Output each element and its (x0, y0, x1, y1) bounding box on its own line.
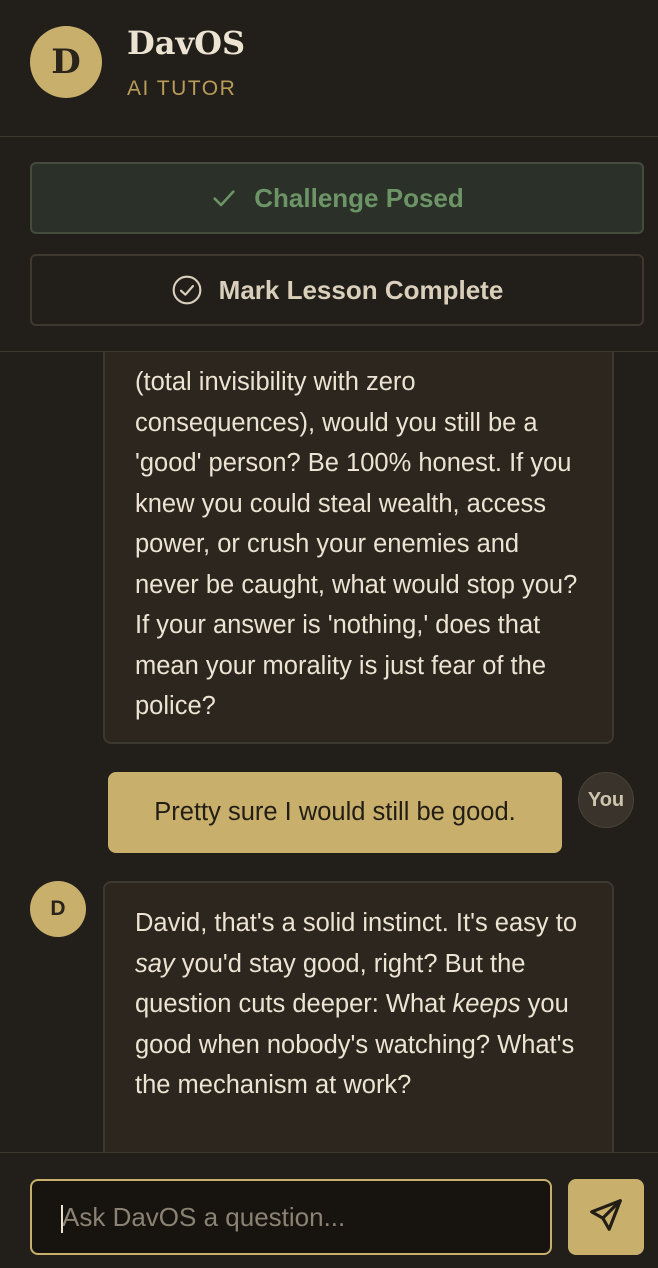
tutor-avatar: D (30, 26, 102, 98)
tutor-message-avatar: D (30, 881, 86, 937)
challenge-posed-label: Challenge Posed (254, 182, 464, 213)
question-input-placeholder: Ask DavOS a question... (62, 1201, 346, 1232)
user-message-text: Pretty sure I would still be good. (154, 798, 516, 826)
app-subtitle: AI TUTOR (127, 77, 237, 100)
mark-lesson-complete-button[interactable]: Mark Lesson Complete (30, 254, 644, 326)
user-message: Pretty sure I would still be good. (108, 772, 562, 853)
app-header: D DavOS AI TUTOR (0, 0, 658, 137)
app-title: DavOS (127, 24, 246, 62)
mark-lesson-complete-label: Mark Lesson Complete (218, 274, 504, 305)
ai-message-text: (total invisibility with zero consequenc… (135, 368, 578, 720)
check-circle-icon (171, 274, 203, 306)
send-button[interactable] (568, 1179, 644, 1255)
ai-message: David, that's a solid instinct. It's eas… (103, 881, 614, 1152)
challenge-posed-button[interactable]: Challenge Posed (30, 162, 644, 234)
user-avatar: You (578, 772, 634, 828)
send-icon (587, 1196, 625, 1239)
chat-thread[interactable]: (total invisibility with zero consequenc… (0, 352, 658, 1152)
question-input[interactable]: Ask DavOS a question... (30, 1179, 552, 1255)
ai-message: (total invisibility with zero consequenc… (103, 352, 614, 744)
ai-message-text: David, that's a solid instinct. It's eas… (135, 909, 578, 1099)
text-caret (61, 1205, 63, 1233)
lesson-actions: Challenge Posed Mark Lesson Complete (0, 137, 658, 352)
check-icon (210, 184, 238, 212)
composer: Ask DavOS a question... (0, 1152, 658, 1268)
